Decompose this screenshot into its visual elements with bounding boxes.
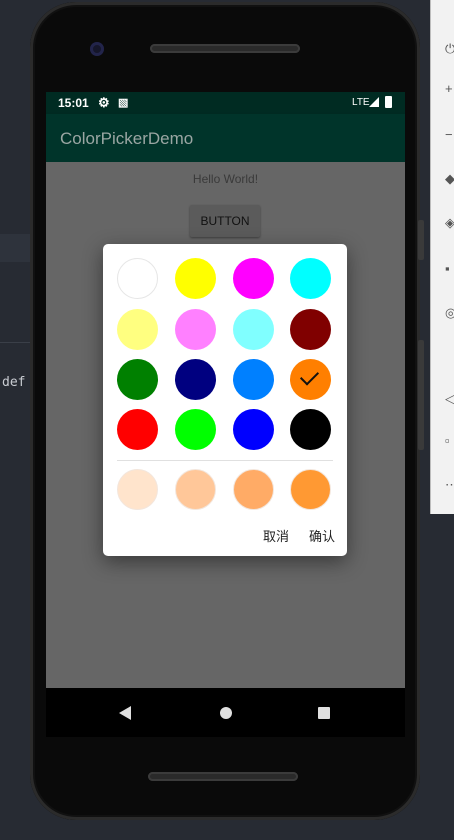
color-swatch[interactable]: [290, 409, 331, 450]
recent-color-swatch[interactable]: [233, 469, 274, 510]
color-swatch[interactable]: [117, 258, 158, 299]
cancel-button[interactable]: 取消: [263, 526, 289, 545]
phone-power-button: [418, 220, 424, 260]
ide-code-text: def: [2, 375, 26, 390]
signal-off-icon: ▧: [118, 97, 129, 109]
color-swatch[interactable]: [117, 309, 158, 350]
color-swatch[interactable]: [117, 409, 158, 450]
settings-gear-icon: ⚙: [98, 95, 110, 110]
network-type: LTE: [352, 97, 370, 108]
home-icon[interactable]: [220, 707, 232, 719]
status-bar: 15:01 ⚙ ▧ LTE: [46, 92, 405, 114]
back-tool-icon[interactable]: ◁: [445, 392, 454, 406]
top-speaker: [150, 44, 300, 53]
color-swatch[interactable]: [290, 309, 331, 350]
volume-down-icon[interactable]: −: [445, 128, 454, 142]
greeting-text: Hello World!: [192, 172, 259, 186]
phone-volume-button: [418, 340, 424, 450]
rotate-right-icon[interactable]: ◈: [445, 216, 454, 230]
color-swatch[interactable]: [290, 359, 331, 400]
checkmark-icon: [299, 366, 320, 386]
color-swatch[interactable]: [233, 409, 274, 450]
recents-icon[interactable]: [318, 707, 330, 719]
bottom-speaker: [148, 772, 298, 781]
rotate-left-icon[interactable]: ◆: [445, 172, 454, 186]
navigation-bar: [46, 688, 405, 737]
color-swatch[interactable]: [175, 359, 216, 400]
color-swatch[interactable]: [233, 359, 274, 400]
back-icon[interactable]: [119, 706, 131, 720]
screenshot-icon[interactable]: ▪: [445, 262, 454, 276]
color-swatch[interactable]: [233, 258, 274, 299]
color-swatch[interactable]: [117, 359, 158, 400]
more-icon[interactable]: ⋯: [445, 478, 454, 492]
color-swatch[interactable]: [175, 409, 216, 450]
color-picker-dialog: 取消 确认: [103, 244, 347, 556]
battery-icon: [385, 96, 392, 108]
camera-icon: [90, 42, 104, 56]
power-icon[interactable]: ⏻: [445, 42, 454, 56]
color-swatch[interactable]: [233, 309, 274, 350]
app-bar: ColorPickerDemo: [46, 114, 405, 162]
confirm-button[interactable]: 确认: [309, 526, 335, 545]
overview-tool-icon[interactable]: ▫: [445, 434, 454, 448]
recent-color-swatch[interactable]: [175, 469, 216, 510]
dialog-divider: [117, 460, 333, 461]
color-swatch[interactable]: [290, 258, 331, 299]
recent-color-swatch[interactable]: [290, 469, 331, 510]
main-button[interactable]: BUTTON: [190, 205, 260, 237]
app-title: ColorPickerDemo: [60, 129, 194, 148]
color-swatch[interactable]: [175, 258, 216, 299]
recent-color-swatch[interactable]: [117, 469, 158, 510]
cell-signal-icon: [369, 97, 379, 107]
ide-tool-panel: ⏻ + − ◆ ◈ ▪ ◎ ◁ ▫ ⋯: [430, 0, 454, 514]
volume-up-icon[interactable]: +: [445, 82, 454, 96]
zoom-icon[interactable]: ◎: [445, 306, 454, 320]
color-swatch[interactable]: [175, 309, 216, 350]
status-time: 15:01: [58, 96, 89, 110]
